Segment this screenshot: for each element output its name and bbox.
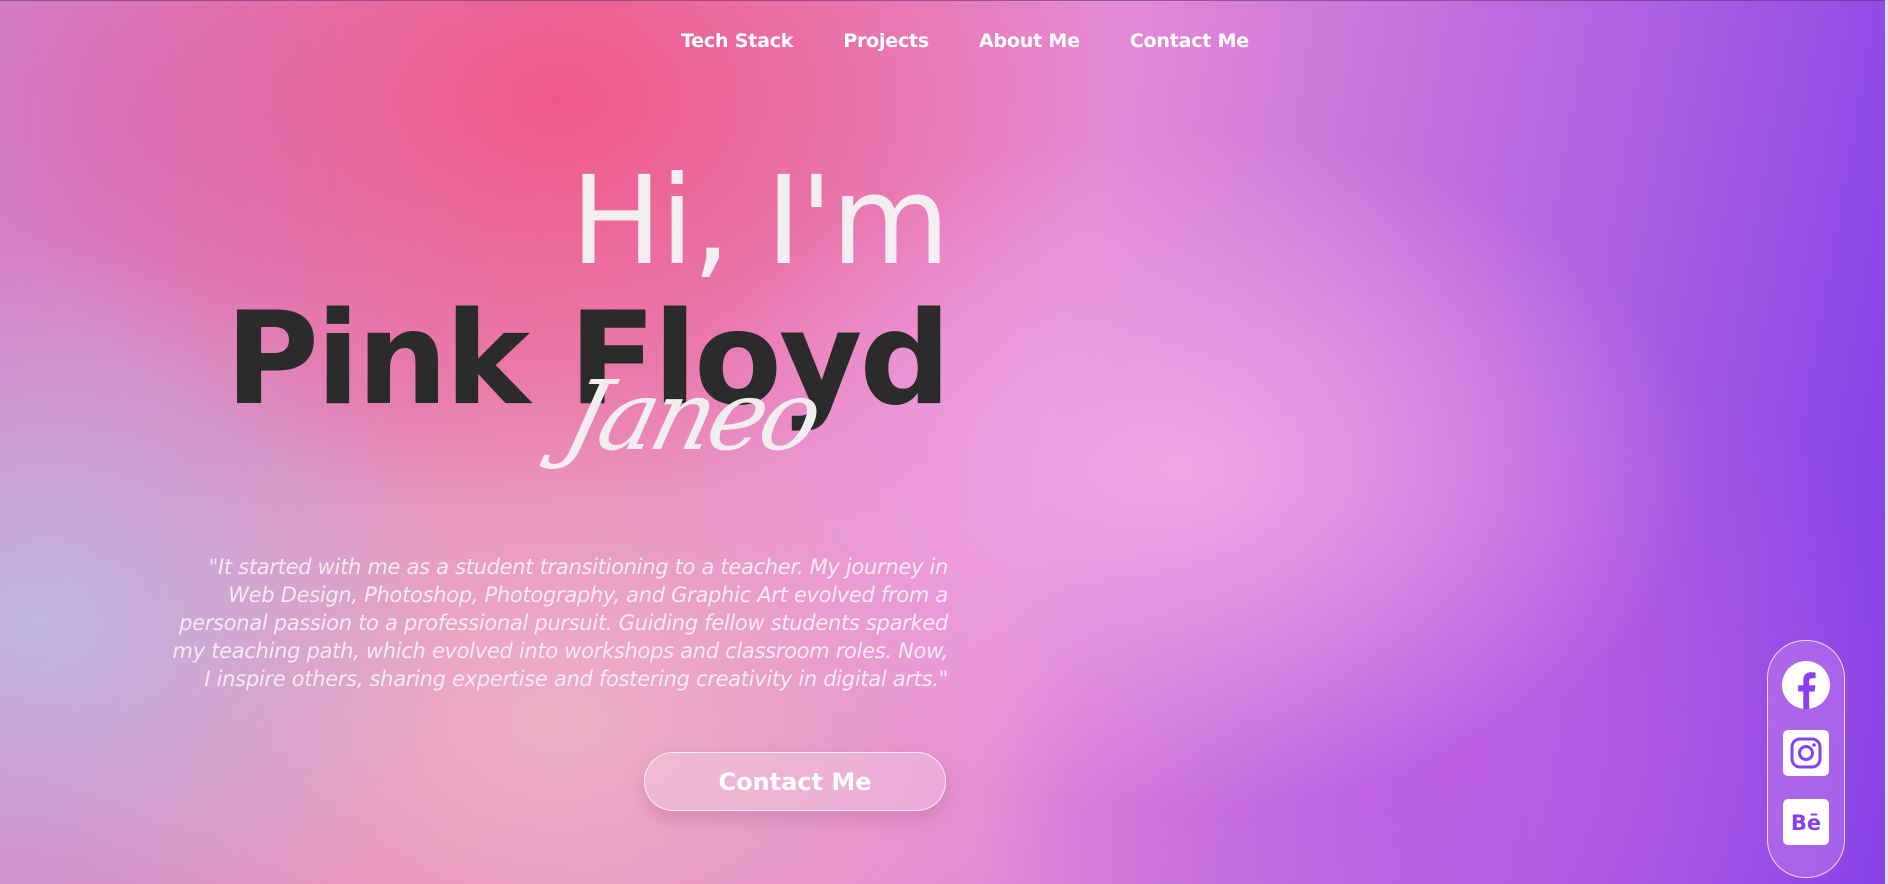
nav-link-contact-me[interactable]: Contact Me <box>1130 30 1249 52</box>
social-links-panel: Bē <box>1767 640 1845 878</box>
nav-link-projects[interactable]: Projects <box>843 30 929 52</box>
hero-script-name: Janeo <box>554 360 830 472</box>
svg-text:Bē: Bē <box>1791 811 1821 835</box>
top-border <box>0 0 1888 1</box>
facebook-icon[interactable] <box>1782 661 1830 709</box>
nav-link-about-me[interactable]: About Me <box>979 30 1080 52</box>
contact-me-button[interactable]: Contact Me <box>644 752 946 811</box>
hero-quote: "It started with me as a student transit… <box>172 555 949 691</box>
instagram-icon[interactable] <box>1783 730 1829 776</box>
nav-links: Tech Stack Projects About Me Contact Me <box>681 30 1249 52</box>
behance-icon[interactable]: Bē <box>1783 799 1829 845</box>
nav-link-tech-stack[interactable]: Tech Stack <box>681 30 793 52</box>
hero-greeting: Hi, I'm <box>570 150 950 292</box>
